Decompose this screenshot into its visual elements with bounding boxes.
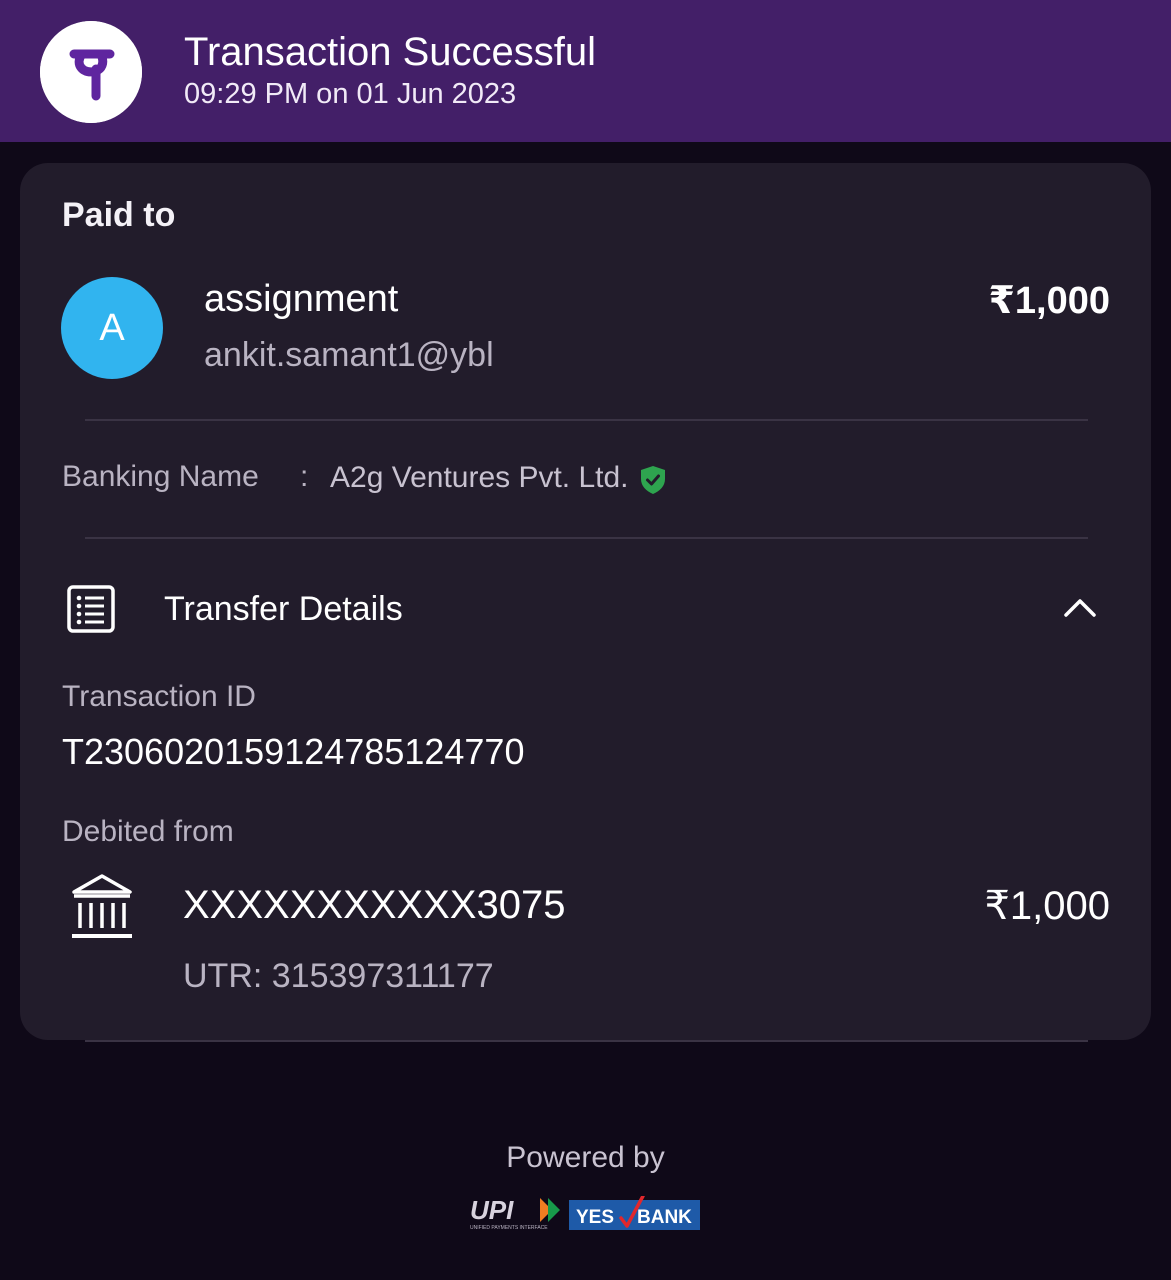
paid-to-label: Paid to: [62, 196, 176, 234]
yes-bank-logo: YES BANK: [569, 1194, 700, 1243]
verified-shield-icon: [640, 465, 666, 500]
yes-bank-logo-left: YES: [576, 1207, 614, 1228]
banking-name-value: A2g Ventures Pvt. Ltd.: [330, 461, 629, 494]
divider: [85, 537, 1088, 539]
transaction-id-value[interactable]: T2306020159124785124770: [62, 731, 524, 773]
header-bar: Transaction Successful 09:29 PM on 01 Ju…: [0, 0, 1171, 142]
banking-name-label: Banking Name: [62, 460, 259, 493]
payee-name: assignment: [204, 278, 399, 320]
payee-avatar: A: [61, 277, 163, 379]
debit-amount: ₹1,000: [984, 884, 1110, 928]
header-timestamp: 09:29 PM on 01 Jun 2023: [184, 78, 517, 110]
divider: [85, 1040, 1088, 1042]
transfer-details-toggle[interactable]: Transfer Details: [164, 590, 403, 629]
paid-amount: ₹1,000: [988, 280, 1110, 322]
receipt-list-icon: [66, 584, 116, 639]
powered-by-label: Powered by: [506, 1141, 665, 1174]
debit-account-number: XXXXXXXXXXX3075: [183, 883, 566, 927]
yes-bank-logo-right: BANK: [637, 1207, 692, 1228]
transaction-card: Paid to A assignment ankit.samant1@ybl ₹…: [20, 163, 1151, 1040]
upi-logo-text: UPI: [470, 1195, 514, 1225]
divider: [85, 419, 1088, 421]
phonepe-logo-icon: [40, 21, 142, 123]
utr-number[interactable]: UTR: 315397311177: [183, 957, 494, 996]
upi-logo: UPI UNIFIED PAYMENTS INTERFACE: [468, 1195, 562, 1236]
banking-name-separator: :: [300, 460, 309, 493]
transaction-id-label: Transaction ID: [62, 680, 256, 713]
upi-tagline: UNIFIED PAYMENTS INTERFACE: [470, 1225, 548, 1231]
header-title: Transaction Successful: [184, 30, 597, 74]
payee-upi-id: ankit.samant1@ybl: [204, 336, 494, 374]
chevron-up-icon[interactable]: [1063, 597, 1097, 624]
bank-building-icon: [70, 872, 134, 945]
phonepe-logo: [40, 21, 142, 123]
debited-from-label: Debited from: [62, 815, 234, 848]
